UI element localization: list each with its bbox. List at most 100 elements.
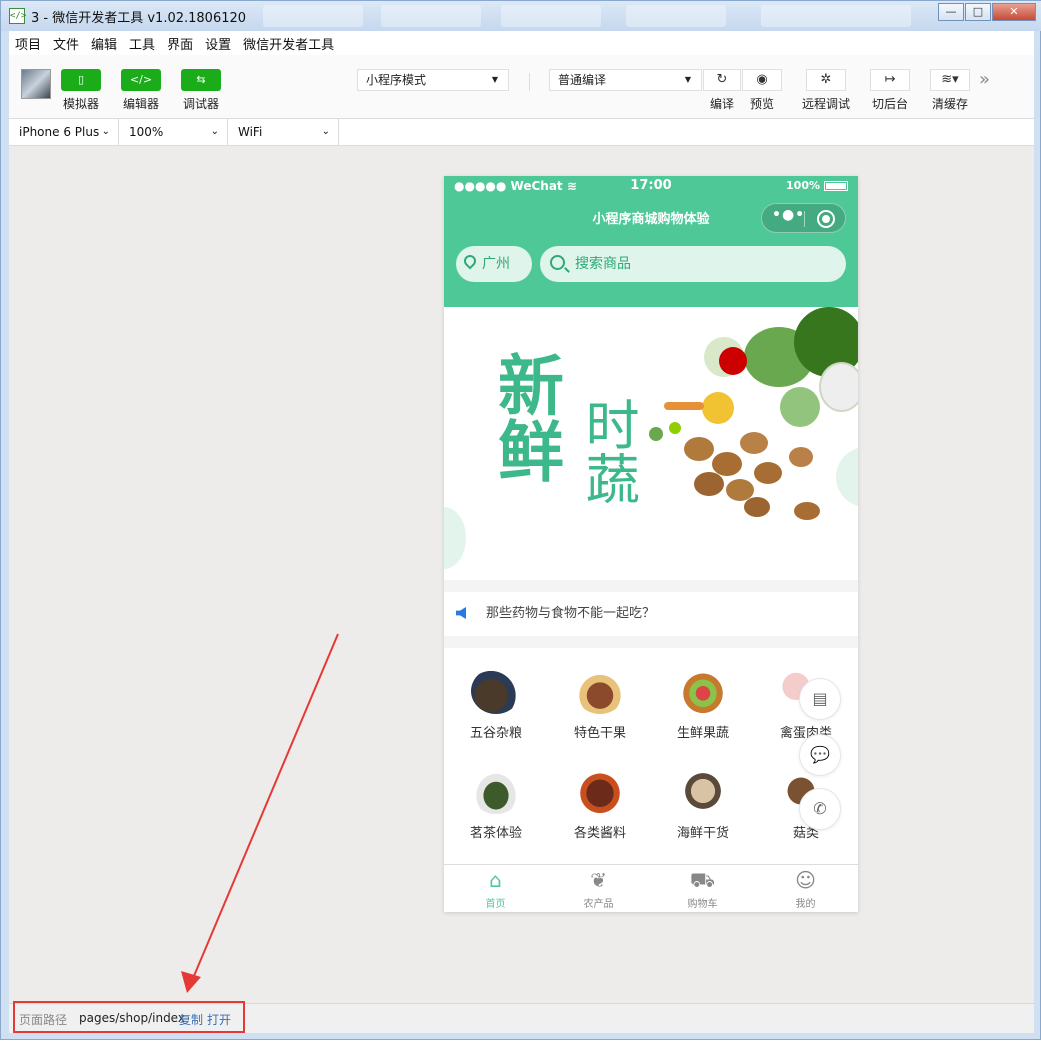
- tea-icon: [471, 768, 521, 814]
- remote-debug-label: 远程调试: [801, 97, 850, 111]
- contact-card-icon: ▤: [812, 689, 828, 708]
- battery-percent: 100%: [786, 179, 820, 192]
- more-dots-icon[interactable]: •●•: [772, 207, 805, 223]
- search-input[interactable]: 搜索商品: [540, 246, 846, 282]
- section-gap: [444, 636, 858, 648]
- menu-devtools[interactable]: 微信开发者工具: [243, 34, 334, 53]
- chat-button[interactable]: 💬: [799, 734, 841, 776]
- background-window-tab: [501, 5, 601, 27]
- clear-cache-button[interactable]: ≋▾: [930, 69, 970, 91]
- zoom-value: 100%: [129, 125, 164, 139]
- seafood-icon: [678, 768, 728, 814]
- category-label: 生鲜果蔬: [676, 726, 729, 741]
- category-label: 特色干果: [573, 726, 626, 741]
- remote-debug-button[interactable]: ✲: [806, 69, 846, 91]
- refresh-icon: ↻: [716, 72, 728, 87]
- menu-file[interactable]: 文件: [53, 34, 79, 53]
- debug-icon: ⇆: [196, 73, 206, 86]
- background-button[interactable]: ↦: [870, 69, 910, 91]
- compile-button[interactable]: ↻: [703, 69, 741, 91]
- phone-icon: ✆: [813, 799, 827, 818]
- banner-heading-2: 时蔬: [574, 397, 706, 520]
- page-header: ●●●●● WeChat ≋ 17:00 100% 小程序商城购物体验 •●• …: [444, 176, 858, 307]
- search-icon: [550, 255, 565, 270]
- banner-text-1: 新鲜: [487, 351, 565, 483]
- section-gap: [444, 580, 858, 592]
- avatar[interactable]: [21, 69, 51, 99]
- category-item[interactable]: 特色干果: [548, 668, 652, 741]
- menu-edit[interactable]: 编辑: [91, 34, 117, 53]
- tab-bar: ⌂ 首页 ❦ 农产品 ⛟ 购物车 ☺ 我的: [444, 864, 858, 912]
- menu-tools[interactable]: 工具: [129, 34, 155, 53]
- minimize-button[interactable]: —: [938, 3, 964, 21]
- category-grid: 五谷杂粮 特色干果 生鲜果蔬 禽蛋肉类 茗茶体验 各类酱料 海鲜干货 菇类 ▤ …: [444, 648, 858, 864]
- menu-settings[interactable]: 设置: [205, 34, 231, 53]
- menu-interface[interactable]: 界面: [167, 34, 193, 53]
- city-selector[interactable]: 广州: [456, 246, 532, 282]
- background-window-tab: [761, 5, 911, 27]
- category-item[interactable]: 海鲜干货: [651, 768, 755, 841]
- category-label: 茗茶体验: [469, 826, 522, 841]
- bug-icon: ✲: [820, 72, 832, 87]
- promo-banner[interactable]: 新鲜 时蔬: [444, 307, 858, 580]
- editor-button[interactable]: </>: [121, 69, 161, 91]
- battery-icon: [824, 180, 848, 191]
- more-tools-icon[interactable]: »: [979, 69, 990, 90]
- home-icon: ⌂: [489, 868, 502, 892]
- tab-home[interactable]: ⌂ 首页: [444, 865, 547, 912]
- zoom-select[interactable]: 100% ⌄: [119, 119, 228, 145]
- category-item[interactable]: 五谷杂粮: [444, 668, 548, 741]
- window-title: 3 - 微信开发者工具 v1.02.1806120: [31, 11, 247, 26]
- device-model-select[interactable]: iPhone 6 Plus ⌄: [9, 119, 119, 145]
- switch-background-icon: ↦: [884, 72, 896, 87]
- compile-mode-select[interactable]: 普通编译 ▼: [549, 69, 702, 91]
- compile-mode-value: 普通编译: [558, 73, 607, 87]
- banner-decoration: [836, 447, 858, 507]
- category-label: 海鲜干货: [676, 826, 729, 841]
- preview-button[interactable]: ◉: [742, 69, 782, 91]
- device-bar: iPhone 6 Plus ⌄ 100% ⌄ WiFi ⌄: [9, 119, 1034, 146]
- close-miniprogram-icon[interactable]: [817, 210, 835, 228]
- capsule-divider: [804, 211, 805, 227]
- mode-select[interactable]: 小程序模式 ▼: [357, 69, 509, 91]
- leaf-icon: ❦: [590, 868, 607, 892]
- tab-cart[interactable]: ⛟ 购物车: [651, 865, 754, 912]
- background-label: 切后台: [871, 97, 908, 111]
- debugger-button[interactable]: ⇆: [181, 69, 221, 91]
- background-window-tab: [626, 5, 726, 27]
- page-path-value: pages/shop/index: [79, 1011, 185, 1025]
- toolbar-divider: [529, 73, 530, 91]
- phone-icon: ▯: [77, 73, 85, 86]
- close-button[interactable]: ✕: [992, 3, 1036, 21]
- category-item[interactable]: 茗茶体验: [444, 768, 548, 841]
- open-path-link[interactable]: 打开: [207, 1011, 231, 1028]
- tab-label: 我的: [795, 899, 816, 910]
- copy-path-link[interactable]: 复制: [179, 1011, 203, 1028]
- contact-card-button[interactable]: ▤: [799, 678, 841, 720]
- preview-label: 预览: [749, 97, 774, 111]
- maximize-button[interactable]: □: [965, 3, 991, 21]
- user-icon: ☺: [795, 868, 816, 892]
- notice-bar[interactable]: 那些药物与食物不能一起吃？: [444, 592, 858, 636]
- device-model-value: iPhone 6 Plus: [19, 125, 100, 139]
- tab-farm-products[interactable]: ❦ 农产品: [547, 865, 650, 912]
- capsule-menu[interactable]: •●•: [761, 203, 846, 233]
- caret-down-icon: ▼: [684, 75, 691, 84]
- network-select[interactable]: WiFi ⌄: [228, 119, 339, 145]
- banner-text-2: 时蔬: [576, 397, 639, 505]
- menu-project[interactable]: 项目: [15, 34, 41, 53]
- phone-simulator: ●●●●● WeChat ≋ 17:00 100% 小程序商城购物体验 •●• …: [444, 176, 858, 912]
- page-path-label: 页面路径: [19, 1013, 68, 1027]
- eye-icon: ◉: [756, 72, 768, 87]
- category-item[interactable]: 生鲜果蔬: [651, 668, 755, 741]
- background-window-tab: [381, 5, 481, 27]
- simulator-button[interactable]: ▯: [61, 69, 101, 91]
- location-pin-icon: [461, 252, 479, 270]
- app-window: </> 3 - 微信开发者工具 v1.02.1806120 — □ ✕ 项目 文…: [0, 0, 1041, 1040]
- tab-profile[interactable]: ☺ 我的: [754, 865, 857, 912]
- phone-call-button[interactable]: ✆: [799, 788, 841, 830]
- status-bar: 页面路径 pages/shop/index 复制 打开: [9, 1001, 1034, 1033]
- speaker-icon: [456, 607, 466, 619]
- banner-decoration: [444, 507, 466, 569]
- category-item[interactable]: 各类酱料: [548, 768, 652, 841]
